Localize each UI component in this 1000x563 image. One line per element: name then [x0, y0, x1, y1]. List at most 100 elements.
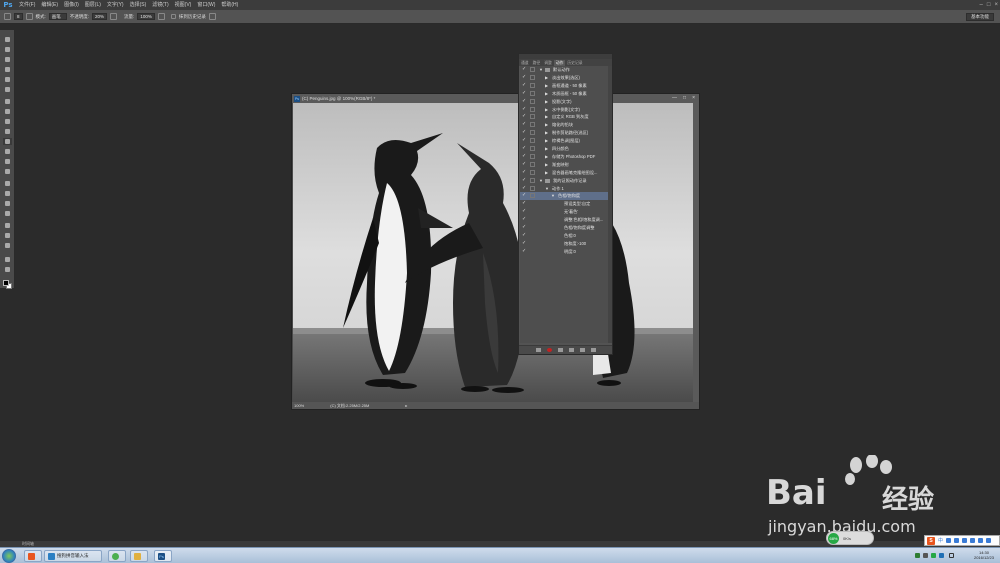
action-toggle-checkbox[interactable]: ✓ — [522, 74, 527, 80]
sogou-logo-icon[interactable]: S — [927, 536, 935, 545]
shape-tool-icon[interactable] — [3, 210, 12, 217]
action-row[interactable]: ✓ ▶ 淡出效果(选区) — [520, 74, 608, 82]
close-button[interactable]: × — [994, 0, 998, 10]
action-toggle-checkbox[interactable]: ✓ — [522, 217, 527, 222]
crop-tool-icon[interactable] — [3, 76, 12, 83]
dialog-toggle-icon[interactable] — [530, 193, 535, 199]
doc-minimize-button[interactable]: — — [672, 94, 677, 103]
menu-edit[interactable]: 编辑(E) — [38, 0, 61, 10]
marquee-tool-icon[interactable] — [3, 46, 12, 53]
delete-button[interactable] — [590, 348, 596, 352]
menu-type[interactable]: 文字(Y) — [104, 0, 127, 10]
action-toggle-checkbox[interactable]: ✓ — [522, 193, 527, 198]
expand-closed-icon[interactable]: ▶ — [545, 162, 550, 168]
mode-select[interactable]: 画笔 — [48, 13, 67, 20]
action-row[interactable]: ✓ ▶ 木质画框 - 50 像素 — [520, 90, 608, 98]
path-select-tool-icon[interactable] — [3, 200, 12, 207]
dialog-toggle-icon[interactable] — [530, 185, 535, 191]
doc-close-button[interactable]: × — [692, 94, 695, 103]
menu-file[interactable]: 文件(F) — [16, 0, 38, 10]
3d-rotate-tool-icon[interactable] — [3, 222, 12, 229]
dialog-toggle-icon[interactable] — [530, 67, 535, 72]
menu-select[interactable]: 选择(S) — [127, 0, 150, 10]
action-row[interactable]: ✓ ▶ 四分颜色 — [520, 145, 608, 153]
menu-filter[interactable]: 滤镜(T) — [149, 0, 171, 10]
dialog-toggle-icon[interactable] — [530, 138, 535, 144]
action-row[interactable]: ✓ ▼ 我的证照动作记录 — [520, 177, 608, 185]
history-brush-tool-icon[interactable] — [3, 128, 12, 135]
action-toggle-checkbox[interactable]: ✓ — [522, 248, 527, 254]
expand-closed-icon[interactable]: ▶ — [545, 170, 550, 176]
maximize-button[interactable]: □ — [987, 0, 991, 10]
action-row[interactable]: ✓ ▶ 渐变映射 — [520, 161, 608, 169]
action-row[interactable]: ✓ 饱和度:-100 — [520, 240, 608, 248]
action-row[interactable]: ✓ 明度:0 — [520, 248, 608, 256]
quick-select-tool-icon[interactable] — [3, 66, 12, 73]
airbrush-icon[interactable] — [157, 13, 165, 20]
opacity-input[interactable]: 20% — [92, 13, 108, 20]
actions-scrollbar[interactable] — [608, 66, 612, 343]
dialog-toggle-icon[interactable] — [530, 130, 535, 136]
network-speed-widget[interactable]: 68% 0K/s — [826, 531, 874, 545]
expand-closed-icon[interactable]: ▶ — [545, 99, 550, 105]
menu-window[interactable]: 窗口(W) — [194, 0, 218, 10]
healing-brush-tool-icon[interactable] — [3, 98, 12, 105]
ime-punct-icon[interactable] — [946, 538, 952, 543]
move-tool-icon[interactable] — [3, 36, 12, 43]
stop-button[interactable] — [535, 348, 541, 352]
action-row[interactable]: ✓ ▶ 存储为 Photoshop PDF — [520, 153, 608, 161]
action-row[interactable]: ✓ 预设类型:自定 — [520, 200, 608, 208]
action-toggle-checkbox[interactable]: ✓ — [522, 169, 527, 175]
expand-open-icon[interactable]: ▼ — [539, 178, 544, 184]
zoom-level[interactable]: 100% — [294, 403, 304, 408]
minimize-button[interactable]: – — [980, 0, 983, 10]
ime-voice-icon[interactable] — [962, 538, 968, 543]
doc-size-info[interactable]: (C) 文档:2.25M/2.25M — [330, 403, 369, 409]
pressure-opacity-icon[interactable] — [110, 13, 118, 20]
record-button[interactable] — [546, 348, 552, 352]
taskbar-app-explorer[interactable] — [130, 550, 148, 562]
dialog-toggle-icon[interactable] — [530, 122, 535, 128]
flow-input[interactable]: 100% — [137, 13, 155, 20]
expand-open-icon[interactable]: ▼ — [539, 67, 544, 73]
menu-help[interactable]: 帮助(H) — [218, 0, 241, 10]
action-toggle-checkbox[interactable]: ✓ — [522, 185, 527, 191]
dialog-toggle-icon[interactable] — [530, 177, 535, 183]
type-tool-icon[interactable] — [3, 190, 12, 197]
taskbar-clock[interactable]: 14:30 2016/12/23 — [974, 550, 994, 560]
eyedropper-tool-icon[interactable] — [3, 86, 12, 93]
document-title-bar[interactable]: Ps (C) Penguins.jpg @ 100%(RGB/8*) * — □… — [292, 94, 699, 103]
action-toggle-checkbox[interactable]: ✓ — [522, 209, 527, 214]
dialog-toggle-icon[interactable] — [530, 82, 535, 88]
image-canvas[interactable] — [293, 103, 694, 403]
hand-tool-icon[interactable] — [3, 232, 12, 239]
ime-emoji-icon[interactable] — [954, 538, 960, 543]
expand-closed-icon[interactable]: ▶ — [545, 130, 550, 136]
ime-mode-label[interactable]: 中 — [938, 537, 943, 544]
pen-tool-icon[interactable] — [3, 180, 12, 187]
action-row[interactable]: ✓ ▶ 混合器画笔克隆绘图设... — [520, 169, 608, 177]
action-row[interactable]: ✓ ▼ 色相/饱和度 — [520, 192, 608, 201]
action-row[interactable]: ✓ ▶ 熔化的铅块 — [520, 121, 608, 129]
document-scrollbar[interactable] — [693, 103, 699, 403]
menu-view[interactable]: 视图(V) — [172, 0, 195, 10]
history-brush-icon[interactable] — [4, 13, 11, 20]
action-toggle-checkbox[interactable]: ✓ — [522, 240, 527, 246]
action-row[interactable]: ✓ ▶ 投影(文字) — [520, 98, 608, 106]
erase-history-checkbox[interactable] — [170, 14, 176, 19]
action-toggle-checkbox[interactable]: ✓ — [522, 225, 527, 230]
action-row[interactable]: ✓ ▶ 画框通道 - 50 像素 — [520, 82, 608, 90]
brush-tool-icon[interactable] — [3, 108, 12, 115]
doc-maximize-button[interactable]: □ — [683, 94, 686, 103]
action-row[interactable]: ✓ ▶ 水中倒影(文字) — [520, 106, 608, 114]
action-toggle-checkbox[interactable]: ✓ — [522, 106, 527, 112]
action-row[interactable]: ✓ ▼ 动作 1 — [520, 185, 608, 193]
brush-panel-icon[interactable] — [25, 13, 33, 20]
expand-closed-icon[interactable]: ▶ — [545, 146, 550, 152]
quick-mask-icon[interactable] — [3, 256, 12, 263]
taskbar-app-browser[interactable]: 搜狗拼音输入法 — [44, 550, 102, 562]
action-toggle-checkbox[interactable]: ✓ — [522, 161, 527, 167]
foreground-color-swatch[interactable] — [3, 280, 9, 286]
blur-tool-icon[interactable] — [3, 158, 12, 165]
action-toggle-checkbox[interactable]: ✓ — [522, 177, 527, 183]
